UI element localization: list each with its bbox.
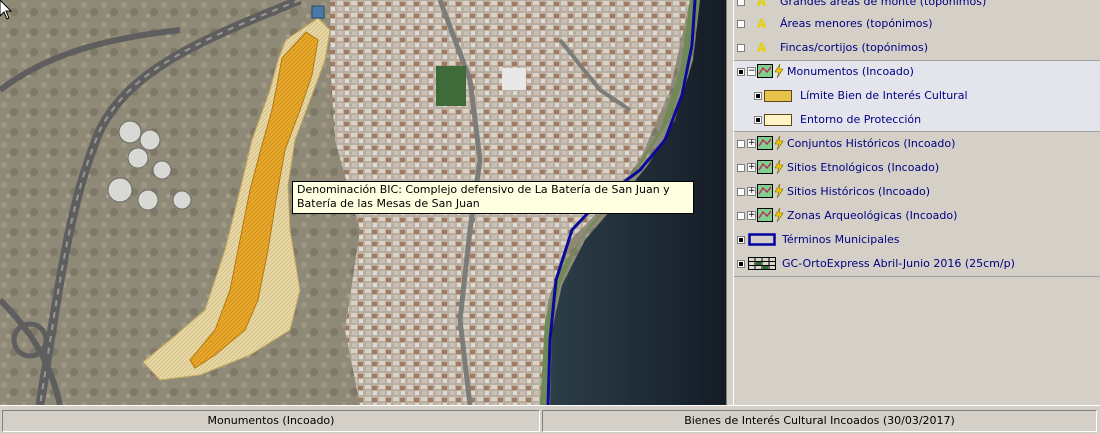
layer-row-zonas-arqueologicas[interactable]: + Zonas Arqueológicas (Incoado) bbox=[734, 204, 1100, 228]
layer-row-sitios-etnologicos[interactable]: + Sitios Etnológicos (Incoado) bbox=[734, 156, 1100, 180]
expand-icon[interactable]: + bbox=[747, 163, 756, 172]
layer-label: Términos Municipales bbox=[782, 233, 900, 246]
layer-checkbox[interactable] bbox=[737, 140, 745, 148]
layer-label: Áreas menores (topónimos) bbox=[780, 17, 933, 30]
layer-row-ortoexpress[interactable]: GC-OrtoExpress Abril-Junio 2016 (25cm/p) bbox=[734, 252, 1100, 276]
layer-label: Grandes áreas de monte (topónimos) bbox=[780, 0, 987, 8]
font-a-icon: A bbox=[757, 17, 767, 30]
legend-swatch-icon bbox=[764, 90, 792, 102]
map-view[interactable]: Denominación BIC: Complejo defensivo de … bbox=[0, 0, 726, 405]
layer-label: GC-OrtoExpress Abril-Junio 2016 (25cm/p) bbox=[782, 257, 1015, 270]
layer-checkbox[interactable] bbox=[737, 164, 745, 172]
font-a-icon: A bbox=[757, 41, 767, 54]
layer-checkbox[interactable] bbox=[737, 68, 745, 76]
font-a-icon: A bbox=[757, 0, 767, 8]
layer-checkbox[interactable] bbox=[737, 212, 745, 220]
list-divider bbox=[734, 276, 1100, 277]
svg-text:A: A bbox=[757, 0, 767, 8]
polygon-layer-icon bbox=[757, 136, 773, 150]
layer-list-panel: A Grandes áreas de monte (topónimos) A Á… bbox=[734, 0, 1100, 405]
expand-icon[interactable]: + bbox=[747, 187, 756, 196]
layer-checkbox[interactable] bbox=[737, 260, 745, 268]
layer-label: Fincas/cortijos (topónimos) bbox=[780, 41, 929, 54]
lightning-icon bbox=[774, 64, 784, 78]
polygon-layer-icon bbox=[757, 64, 773, 78]
polygon-layer-icon bbox=[757, 160, 773, 174]
layer-label: Zonas Arqueológicas (Incoado) bbox=[787, 209, 958, 222]
layer-label: Sitios Históricos (Incoado) bbox=[787, 185, 931, 198]
layer-checkbox[interactable] bbox=[737, 188, 745, 196]
lightning-icon bbox=[774, 136, 784, 150]
layer-label: Conjuntos Históricos (Incoado) bbox=[787, 137, 956, 150]
legend-label: Límite Bien de Interés Cultural bbox=[800, 89, 968, 102]
svg-text:A: A bbox=[757, 41, 767, 54]
layer-checkbox[interactable] bbox=[737, 20, 745, 28]
status-layer-source: Bienes de Interés Cultural Incoados (30/… bbox=[542, 410, 1097, 432]
layer-checkbox[interactable] bbox=[737, 236, 745, 244]
expand-icon[interactable]: + bbox=[747, 139, 756, 148]
mouse-pointer-icon bbox=[0, 0, 12, 20]
lightning-icon bbox=[774, 160, 784, 174]
layer-checkbox[interactable] bbox=[737, 44, 745, 52]
outline-legend-icon bbox=[748, 233, 776, 246]
layer-label: Sitios Etnológicos (Incoado) bbox=[787, 161, 940, 174]
raster-layer-icon bbox=[748, 257, 776, 270]
legend-label: Entorno de Protección bbox=[800, 113, 922, 126]
polygon-layer-icon bbox=[757, 208, 773, 222]
svg-text:A: A bbox=[757, 17, 767, 30]
layer-row-fincas[interactable]: A Fincas/cortijos (topónimos) bbox=[734, 36, 1100, 60]
layer-row-sitios-historicos[interactable]: + Sitios Históricos (Incoado) bbox=[734, 180, 1100, 204]
feature-tooltip: Denominación BIC: Complejo defensivo de … bbox=[292, 181, 694, 214]
layer-label: Monumentos (Incoado) bbox=[787, 65, 914, 78]
layer-row-terminos-municipales[interactable]: Términos Municipales bbox=[734, 228, 1100, 252]
lightning-icon bbox=[774, 184, 784, 198]
legend-checkbox[interactable] bbox=[754, 92, 762, 100]
legend-swatch-icon bbox=[764, 114, 792, 126]
legend-row-entorno[interactable]: Entorno de Protección bbox=[734, 108, 1100, 132]
polygon-layer-icon bbox=[757, 184, 773, 198]
legend-row-limite-bic[interactable]: Límite Bien de Interés Cultural bbox=[734, 84, 1100, 108]
status-active-layer: Monumentos (Incoado) bbox=[2, 410, 540, 432]
layer-row-conjuntos[interactable]: + Conjuntos Históricos (Incoado) bbox=[734, 132, 1100, 156]
lightning-icon bbox=[774, 208, 784, 222]
panel-splitter[interactable] bbox=[726, 0, 734, 405]
status-bar: Monumentos (Incoado) Bienes de Interés C… bbox=[0, 405, 1100, 434]
expand-icon[interactable]: + bbox=[747, 211, 756, 220]
legend-checkbox[interactable] bbox=[754, 116, 762, 124]
layer-row-areas-menores[interactable]: A Áreas menores (topónimos) bbox=[734, 12, 1100, 36]
collapse-icon[interactable]: − bbox=[747, 67, 756, 76]
layer-row-monumentos[interactable]: − Monumentos (Incoado) bbox=[734, 60, 1100, 84]
layer-checkbox[interactable] bbox=[737, 0, 745, 6]
